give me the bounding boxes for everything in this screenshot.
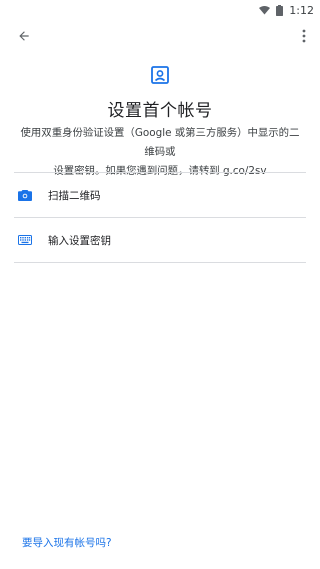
wifi-icon <box>259 5 271 15</box>
battery-icon <box>276 4 284 16</box>
scan-qr-option[interactable]: 扫描二维码 <box>14 173 306 218</box>
account-box-icon <box>150 66 170 84</box>
status-time: 1:12 <box>289 3 314 17</box>
import-existing-accounts-link[interactable]: 要导入现有帐号吗? <box>22 535 112 550</box>
setup-options-list: 扫描二维码 输入设置密钥 <box>14 172 306 263</box>
enter-setup-key-label: 输入设置密钥 <box>48 234 111 247</box>
more-options-button[interactable] <box>292 22 316 50</box>
arrow-back-icon <box>19 31 29 41</box>
camera-icon <box>18 188 32 202</box>
scan-qr-label: 扫描二维码 <box>48 189 101 202</box>
more-vert-icon <box>302 29 306 43</box>
status-bar: 1:12 <box>0 0 320 20</box>
description-line-1: 使用双重身份验证设置（Google 或第三方服务）中显示的二维码或 <box>20 127 300 158</box>
app-bar <box>0 20 320 50</box>
keyboard-icon <box>18 233 32 247</box>
page-title: 设置首个帐号 <box>107 101 213 121</box>
screen: 1:12 设置首个帐号 使用双重身份验证设置（Google 或第三方服务）中显示… <box>0 0 320 569</box>
back-button[interactable] <box>10 22 38 50</box>
enter-setup-key-option[interactable]: 输入设置密钥 <box>14 218 306 263</box>
